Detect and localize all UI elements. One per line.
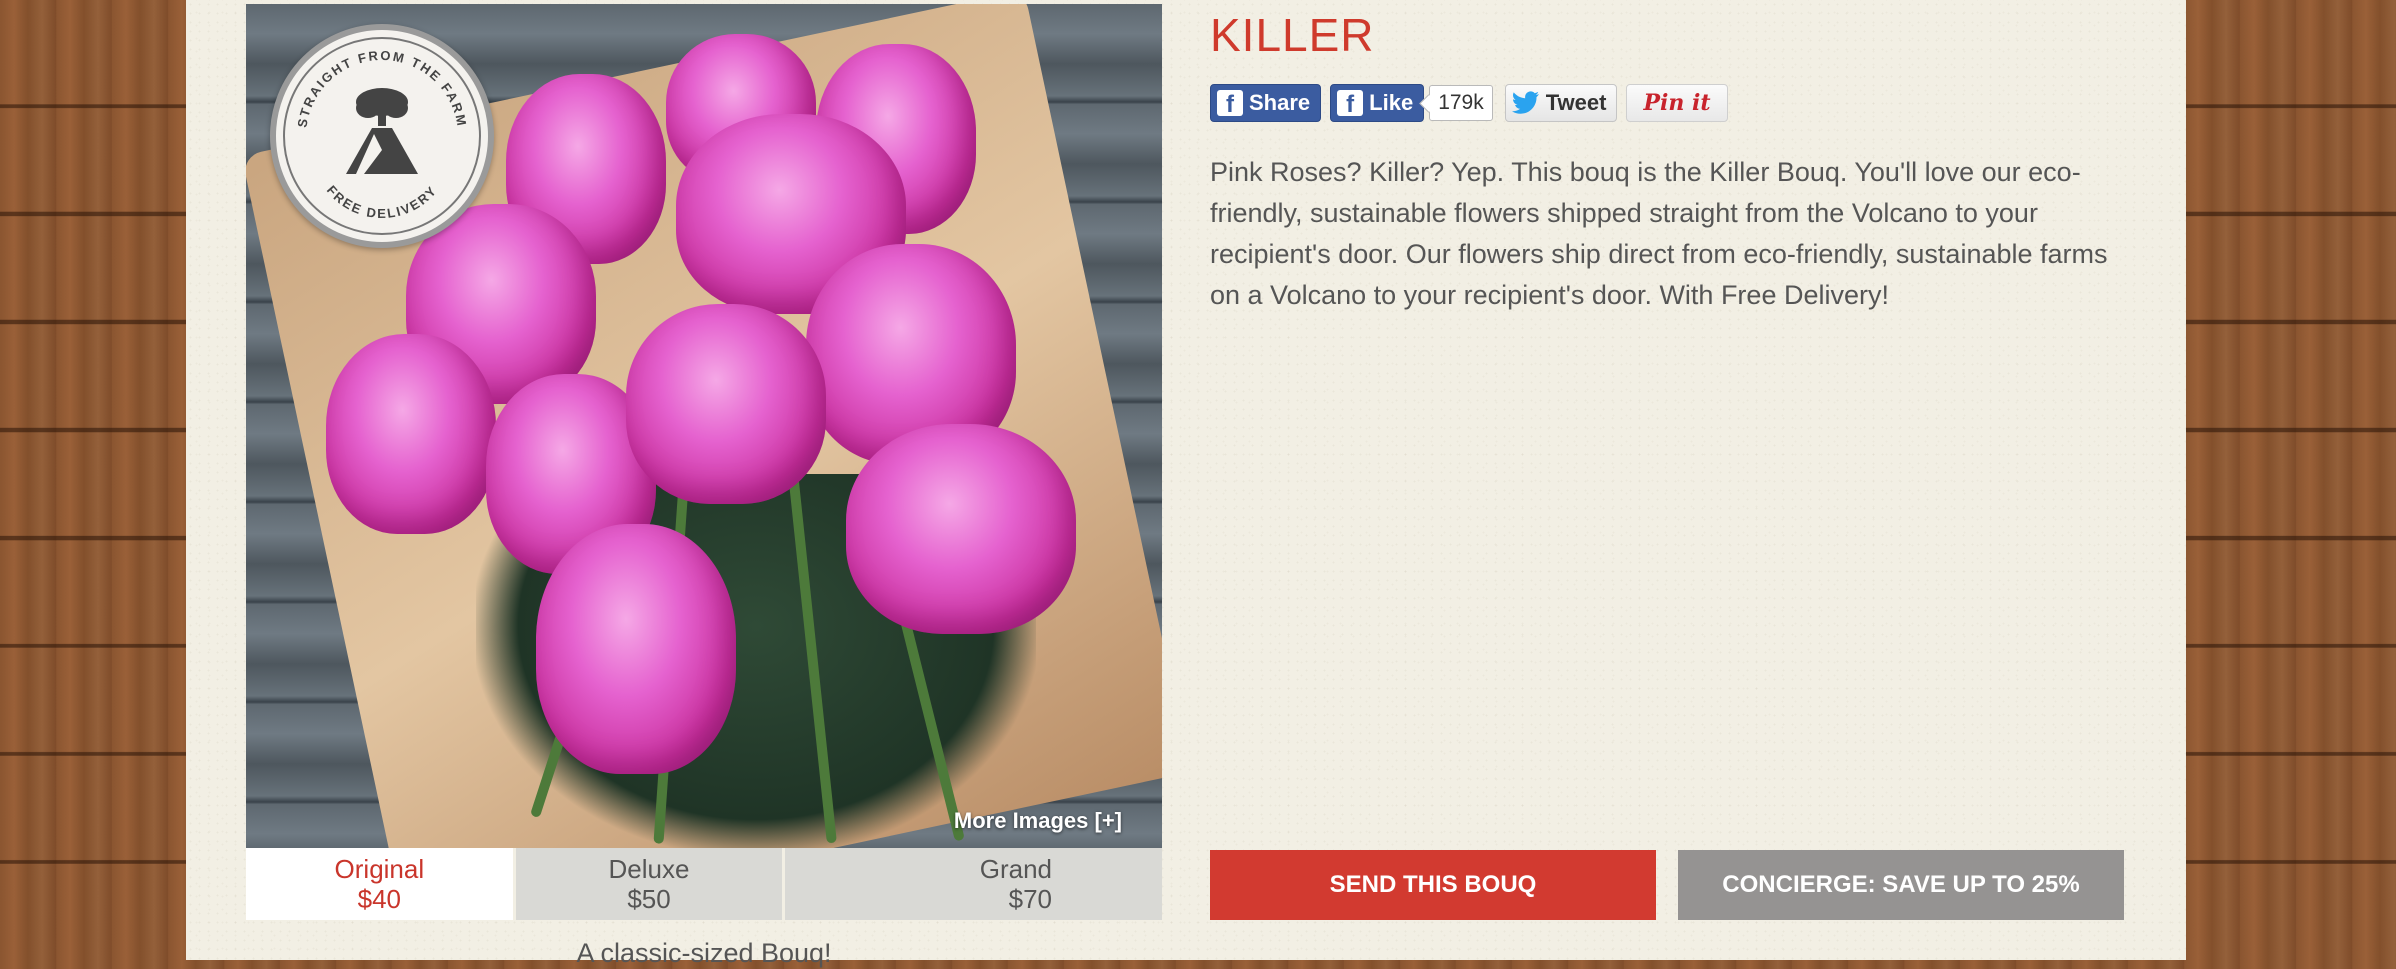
size-price: $40 [357,884,402,914]
product-description: Pink Roses? Killer? Yep. This bouq is th… [1210,157,2108,310]
tweet-button[interactable]: Tweet [1504,84,1618,122]
rose [536,524,736,774]
tweet-label: Tweet [1545,90,1607,115]
svg-text:FREE DELIVERY: FREE DELIVERY [324,182,440,221]
pinterest-button[interactable]: Pin it [1626,84,1728,122]
size-selector: Original $40 Deluxe $50 Grand $70 [246,848,1163,920]
size-price: $70 [1008,884,1053,914]
social-bar: f Share f Like 179k Tweet Pin it [1210,84,1737,122]
volcano-icon: STRAIGHT FROM THE FARM FREE DELIVERY [283,37,481,235]
rose [626,304,826,504]
pin-label: Pin it [1643,90,1711,116]
more-images-link[interactable]: More Images [+] [954,808,1122,834]
size-name: Grand [979,854,1053,884]
product-title: KILLER [1210,9,1375,61]
send-bouq-button[interactable]: SEND THIS BOUQ [1210,850,1656,920]
facebook-icon: f [1337,90,1364,118]
rose [326,334,496,534]
size-name: Deluxe [608,854,690,884]
farm-seal-badge: STRAIGHT FROM THE FARM FREE DELIVERY [270,24,494,248]
twitter-icon [1511,91,1539,114]
like-label: Like [1369,90,1414,115]
like-count: 179k [1429,85,1493,121]
size-option-grand[interactable]: Grand $70 [785,848,1163,920]
facebook-icon: f [1217,90,1243,118]
size-caption: A classic-sized Bouq! [576,938,832,968]
product-image[interactable]: STRAIGHT FROM THE FARM FREE DELIVERY Mor… [246,4,1162,848]
concierge-button[interactable]: CONCIERGE: SAVE UP TO 25% [1678,850,2124,920]
size-option-deluxe[interactable]: Deluxe $50 [515,848,786,920]
size-name: Original [334,854,425,884]
share-label: Share [1249,90,1311,115]
facebook-like-button[interactable]: f Like [1330,84,1425,122]
size-price: $50 [627,884,671,914]
facebook-share-button[interactable]: f Share [1210,84,1322,122]
rose [846,424,1076,634]
size-option-original[interactable]: Original $40 [246,848,516,920]
